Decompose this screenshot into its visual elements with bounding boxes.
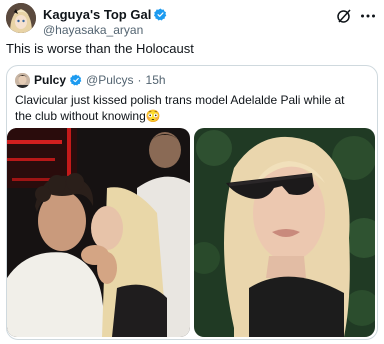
quoted-author-handle[interactable]: @Pulcys: [86, 73, 134, 87]
media-photo-kiss[interactable]: [7, 128, 190, 337]
quoted-author-avatar[interactable]: [15, 72, 30, 88]
author-display-name[interactable]: Kaguya's Top Gal: [43, 7, 151, 22]
author-handle[interactable]: @hayasaka_aryan: [43, 23, 143, 37]
quoted-tweet[interactable]: Pulcy @Pulcys · 15h Clavicular just kiss…: [6, 65, 378, 340]
tweet-text: This is worse than the Holocaust: [6, 41, 194, 56]
quoted-tweet-text: Clavicular just kissed polish trans mode…: [15, 93, 345, 123]
separator-dot: ·: [137, 73, 142, 87]
tweet-header: Kaguya's Top Gal @hayasaka_aryan: [6, 3, 378, 37]
quoted-author-display-name[interactable]: Pulcy: [34, 73, 66, 87]
more-options-icon[interactable]: [360, 8, 376, 24]
quoted-media-grid: [7, 128, 377, 339]
media-photo-selfie[interactable]: [194, 128, 375, 337]
verified-badge-icon: [70, 74, 82, 86]
quoted-tweet-header: Pulcy @Pulcys · 15h: [15, 72, 166, 88]
verified-badge-icon: [154, 8, 167, 21]
grok-icon[interactable]: [336, 8, 352, 24]
author-avatar[interactable]: [6, 3, 36, 33]
quoted-timestamp[interactable]: 15h: [146, 73, 166, 87]
